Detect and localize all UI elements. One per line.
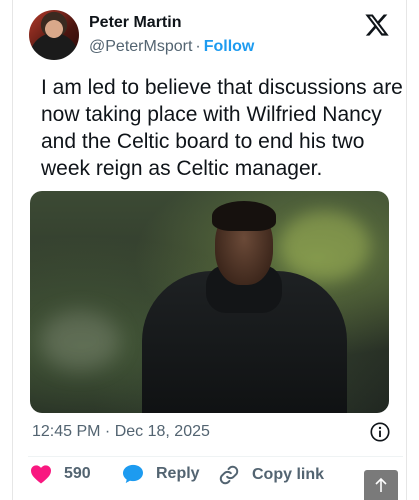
separator-dot: · <box>195 38 201 55</box>
scroll-to-top-button[interactable] <box>364 470 398 500</box>
speech-bubble-icon <box>123 464 143 484</box>
x-logo-icon[interactable] <box>364 12 390 38</box>
action-bar: 590 Reply Copy link <box>30 464 370 490</box>
arrow-up-icon <box>375 477 387 492</box>
follow-button[interactable]: Follow <box>204 38 255 55</box>
copy-link-label: Copy link <box>252 466 325 483</box>
tweet-header: Peter Martin @PeterMsport · Follow <box>29 8 392 62</box>
author-name[interactable]: Peter Martin <box>89 14 181 32</box>
heart-icon <box>31 465 51 484</box>
copy-link-button[interactable]: Copy link <box>218 464 324 486</box>
tweet-image[interactable] <box>30 191 389 413</box>
link-icon <box>219 465 239 485</box>
like-count: 590 <box>64 465 91 482</box>
background-blur <box>280 211 370 281</box>
reply-label: Reply <box>156 465 200 482</box>
tweet-text: I am led to believe that discussions are… <box>41 76 403 180</box>
like-button[interactable]: 590 <box>30 464 91 484</box>
handle-row: @PeterMsport · Follow <box>89 38 254 56</box>
background-blur <box>40 311 120 371</box>
info-icon[interactable] <box>369 421 391 443</box>
divider <box>28 456 403 457</box>
author-handle[interactable]: @PeterMsport <box>89 38 192 55</box>
avatar[interactable] <box>29 10 79 60</box>
person-hair <box>212 201 276 231</box>
tweet-timestamp[interactable]: 12:45 PM · Dec 18, 2025 <box>32 423 210 441</box>
reply-button[interactable]: Reply <box>122 464 200 484</box>
